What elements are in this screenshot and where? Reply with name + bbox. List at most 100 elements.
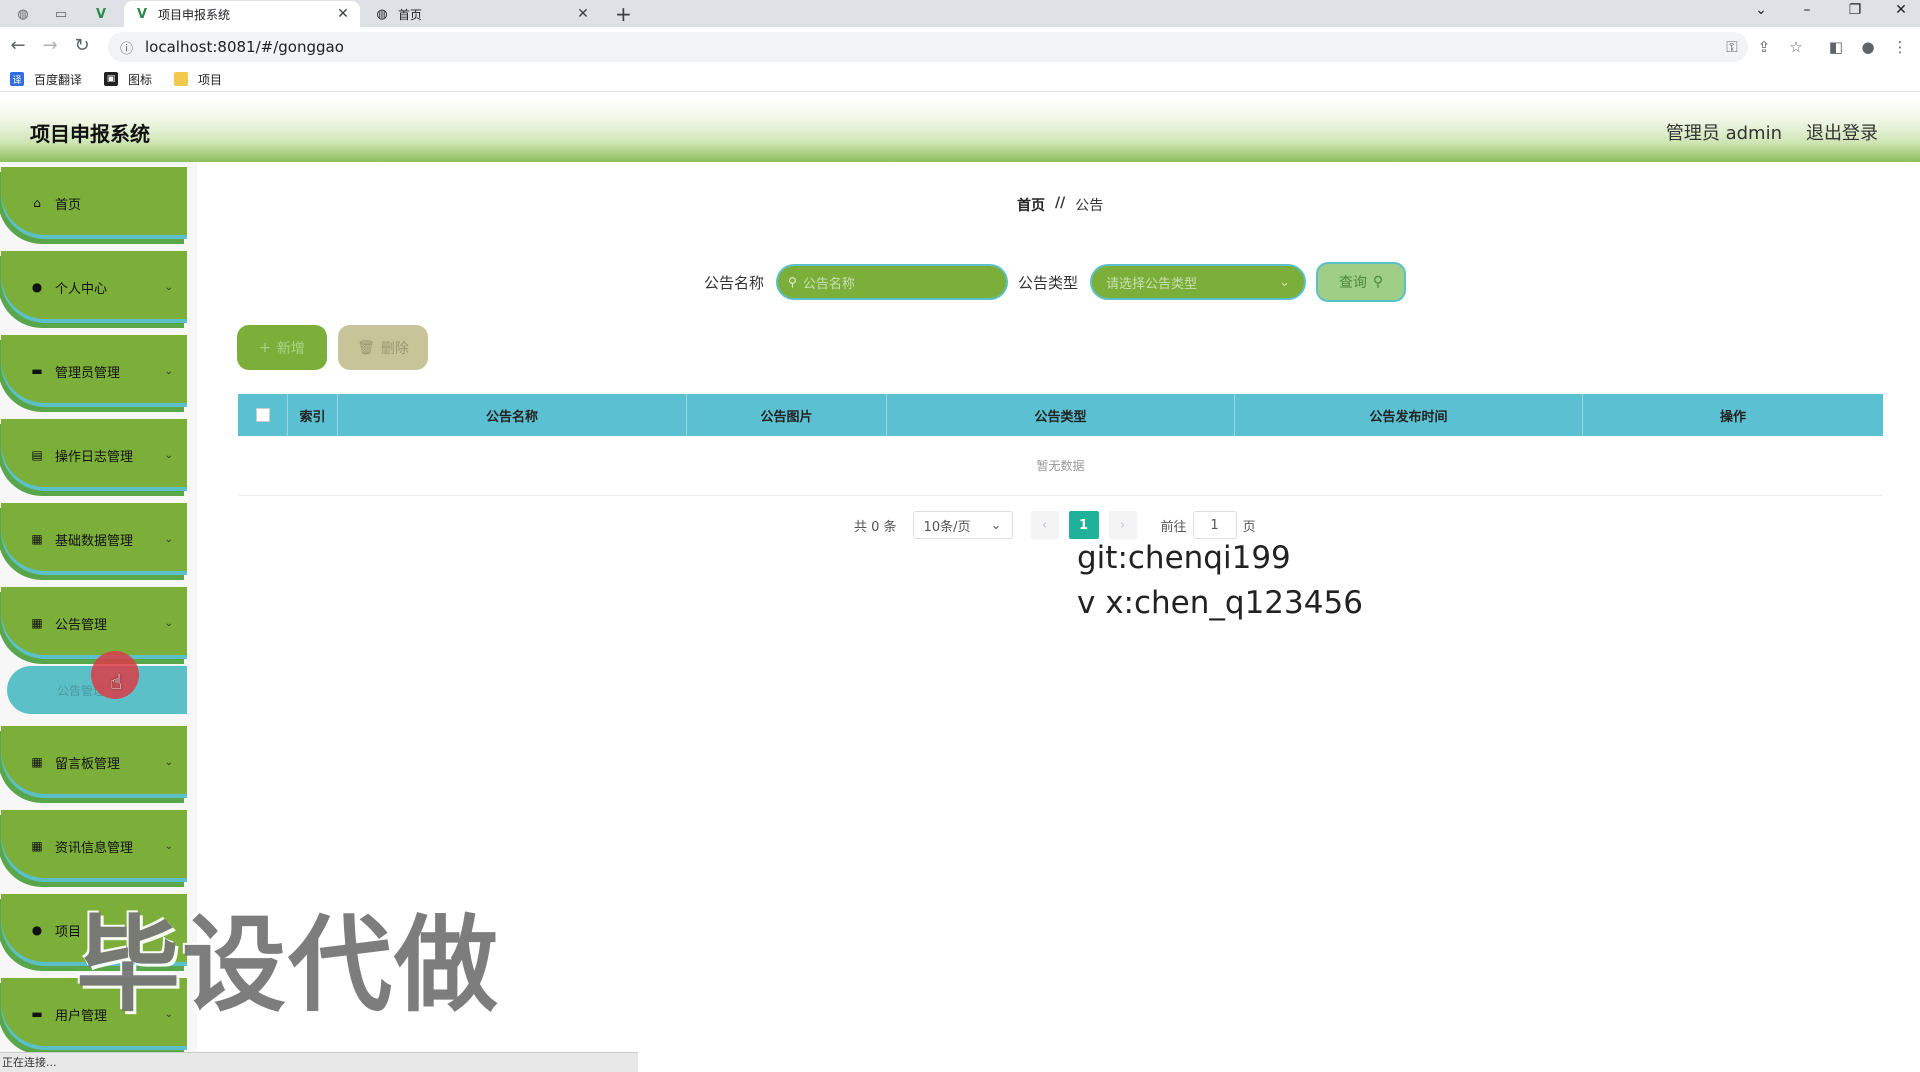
window-close-icon[interactable]: ✕ <box>1886 2 1916 18</box>
close-icon[interactable]: ✕ <box>576 6 590 22</box>
chevron-down-icon: ⌄ <box>990 517 1002 533</box>
sidebar-item-home[interactable]: ⌂ 首页 <box>1 167 187 239</box>
sidebar-item-oplog[interactable]: ▤ 操作日志管理 ⌄ <box>1 419 187 491</box>
minimize-icon[interactable]: – <box>1792 2 1822 18</box>
search-icon: ⚲ <box>1372 274 1384 290</box>
prev-page-icon[interactable]: ‹ <box>1030 511 1059 539</box>
chevron-down-icon: ⌄ <box>164 365 173 377</box>
restore-icon[interactable]: ❐ <box>1840 2 1870 18</box>
notice-name-placeholder: 公告名称 <box>802 276 855 292</box>
browser-tab-active[interactable]: V 项目申报系统 ✕ <box>124 1 360 27</box>
goto-label: 前往 <box>1160 519 1187 535</box>
sidebar-item-admin[interactable]: ▬ 管理员管理 ⌄ <box>1 335 187 407</box>
chevron-down-icon: ⌄ <box>1279 274 1291 290</box>
sidebar-item-label: 操作日志管理 <box>55 449 134 465</box>
new-tab-icon[interactable]: + <box>615 2 632 26</box>
translate-icon: 译 <box>10 72 24 86</box>
tab-title: 首页 <box>398 7 423 22</box>
table-header: 索引 公告名称 公告图片 公告类型 公告发布时间 操作 <box>238 394 1883 436</box>
close-icon[interactable]: ✕ <box>336 6 350 22</box>
vue-logo-icon[interactable]: V <box>86 3 116 25</box>
reload-icon[interactable]: ↻ <box>71 37 93 55</box>
plus-icon: + <box>259 339 271 356</box>
query-button[interactable]: 查询 ⚲ <box>1316 262 1407 302</box>
share-icon[interactable]: ⇪ <box>1754 38 1774 56</box>
select-all-checkbox[interactable] <box>255 408 270 422</box>
notice-name-label: 公告名称 <box>704 273 765 292</box>
search-icon: ⚲ <box>788 275 797 289</box>
bookmark-label: 百度翻译 <box>34 72 83 87</box>
notice-type-label: 公告类型 <box>1018 273 1079 292</box>
goto-page-input[interactable]: 1 <box>1192 511 1237 539</box>
column-header: 公告发布时间 <box>1235 394 1583 436</box>
delete-button[interactable]: 🗑 删除 <box>338 325 428 370</box>
address-bar: ← → ↻ ⓘ localhost:8081/#/gonggao ⚿ ⇪ ☆ ◧… <box>0 27 1920 67</box>
sidebar-item-label: 基础数据管理 <box>55 533 134 549</box>
empty-state: 暂无数据 <box>238 436 1883 496</box>
page-size-select[interactable]: 10条/页 ⌄ <box>912 511 1013 539</box>
delete-button-label: 删除 <box>380 340 409 357</box>
app-title: 项目申报系统 <box>30 122 150 146</box>
vue-logo-icon: V <box>136 6 148 22</box>
column-header: 操作 <box>1719 409 1746 425</box>
status-bar: 正在连接... <box>0 1052 638 1072</box>
breadcrumb-current: 公告 <box>1075 198 1104 214</box>
notice-name-input[interactable]: ⚲ 公告名称 <box>776 264 1009 300</box>
sidebar-item-news[interactable]: ▦ 资讯信息管理 ⌄ <box>1 810 187 882</box>
sidebar-item-messageboard[interactable]: ▦ 留言板管理 ⌄ <box>1 726 187 798</box>
key-icon[interactable]: ⚿ <box>1722 38 1742 56</box>
sidebar-item-label: 资讯信息管理 <box>55 840 134 856</box>
column-header: 公告类型 <box>887 394 1235 436</box>
grid-icon: ▦ <box>31 839 43 853</box>
forward-icon[interactable]: → <box>39 37 61 55</box>
profile-icon[interactable]: ● <box>1858 38 1878 56</box>
grid-icon: ▦ <box>31 755 43 769</box>
page-suffix: 页 <box>1242 519 1256 535</box>
bookmark-icons[interactable]: ▣ 图标 <box>104 71 152 88</box>
bookmark-project[interactable]: 项目 <box>174 71 222 88</box>
watermark-text: 毕设代做 <box>76 904 501 1026</box>
logout-link[interactable]: 退出登录 <box>1806 119 1878 145</box>
breadcrumb-home[interactable]: 首页 <box>1017 195 1045 215</box>
overlay-wechat-text: v x:chen_q123456 <box>1077 585 1363 621</box>
next-page-icon[interactable]: › <box>1108 511 1137 539</box>
url-text: localhost:8081/#/gonggao <box>145 38 344 56</box>
chevron-down-icon: ⌄ <box>164 533 173 545</box>
menu-dots-icon[interactable]: ⋮ <box>1890 38 1910 56</box>
bookmark-baidu-translate[interactable]: 译 百度翻译 <box>10 71 82 88</box>
monitor-icon: ▬ <box>31 364 43 378</box>
url-field[interactable]: ⓘ localhost:8081/#/gonggao <box>108 32 1748 62</box>
column-header: 公告名称 <box>338 394 687 436</box>
info-icon[interactable]: ⓘ <box>120 38 133 57</box>
sidebar-item-basedata[interactable]: ▦ 基础数据管理 ⌄ <box>1 503 187 575</box>
star-icon[interactable]: ☆ <box>1786 38 1806 56</box>
globe-icon[interactable]: ◍ <box>8 3 38 25</box>
breadcrumb: 首页 // 公告 <box>1017 195 1103 215</box>
back-icon[interactable]: ← <box>7 37 29 55</box>
browser-tab[interactable]: ◍ 首页 ✕ <box>364 1 600 27</box>
current-user-label: 管理员 admin <box>1665 123 1782 144</box>
breadcrumb-separator: // <box>1055 195 1066 211</box>
user-icon: ● <box>31 923 43 937</box>
globe-icon: ◍ <box>376 6 388 22</box>
search-form: 公告名称 ⚲ 公告名称 公告类型 请选择公告类型 ⌄ 查询 ⚲ <box>704 262 1407 302</box>
notice-table: 索引 公告名称 公告图片 公告类型 公告发布时间 操作 暂无数据 <box>238 394 1883 496</box>
column-header: 索引 <box>288 394 338 436</box>
sidepanel-icon[interactable]: ◧ <box>1826 38 1846 56</box>
trash-icon: 🗑 <box>357 339 375 356</box>
monitor-icon: ▬ <box>31 1007 43 1021</box>
sidebar-item-profile[interactable]: ● 个人中心 ⌄ <box>1 251 187 323</box>
sidebar-item-label: 管理员管理 <box>55 365 121 381</box>
page-number-active[interactable]: 1 <box>1068 511 1099 539</box>
notice-type-select[interactable]: 请选择公告类型 ⌄ <box>1090 264 1307 300</box>
sidebar-item-notice[interactable]: ▦ 公告管理 ⌄ <box>1 587 187 659</box>
chevron-down-icon[interactable]: ⌄ <box>1746 2 1776 18</box>
folder-icon <box>174 72 189 86</box>
total-count: 共 0 条 <box>854 519 897 535</box>
add-button[interactable]: + 新增 <box>237 325 327 370</box>
select-all-cell[interactable] <box>238 394 288 436</box>
sidebar-item-label: 个人中心 <box>55 281 108 297</box>
blank-tab-icon[interactable]: ▭ <box>46 3 76 25</box>
query-button-label: 查询 <box>1338 275 1367 291</box>
app-header: 项目申报系统 管理员 admin 退出登录 <box>0 100 1920 162</box>
